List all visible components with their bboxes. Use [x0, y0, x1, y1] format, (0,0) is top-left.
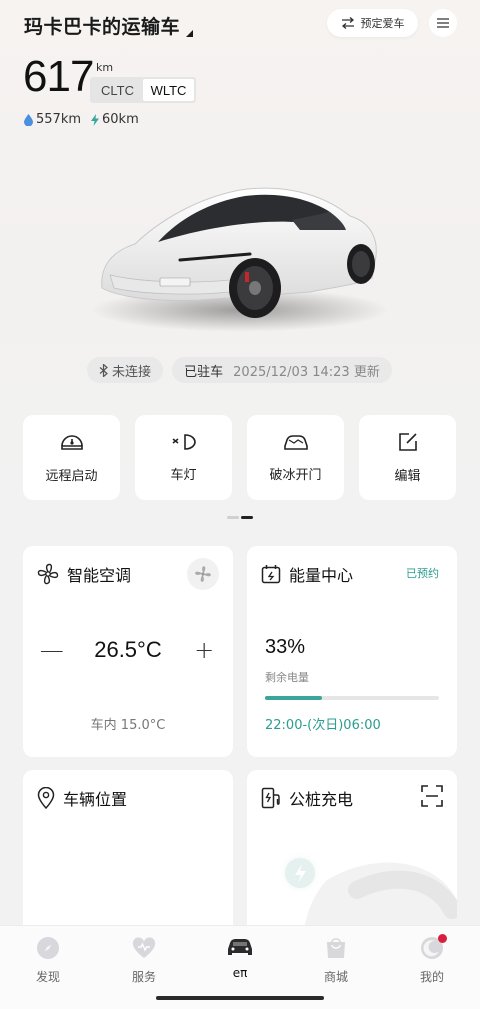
battery-label: 剩余电量 [265, 671, 309, 684]
energy-card[interactable]: 能量中心 已预约 33% 剩余电量 22:00-(次日)06:00 [247, 546, 457, 757]
electric-range-value: 60km [102, 112, 139, 127]
page-dot [227, 516, 239, 519]
menu-button[interactable] [429, 9, 457, 37]
fuel-range-value: 557km [36, 112, 82, 127]
edit-icon [398, 433, 417, 451]
bluetooth-icon [99, 363, 108, 377]
headlight-button[interactable]: 车灯 [135, 415, 232, 500]
location-pin-icon [37, 787, 55, 809]
ice-break-door-icon [283, 435, 308, 450]
reserve-car-label: 预定爱车 [360, 17, 405, 30]
battery-calendar-icon [261, 565, 281, 584]
fan-speed-icon [195, 566, 211, 582]
page-dot-active [241, 516, 253, 519]
ice-break-door-label: 破冰开门 [269, 468, 322, 483]
menu-icon [437, 18, 449, 28]
temp-increase-button[interactable]: + [189, 636, 219, 664]
ac-card-title: 智能空调 [37, 562, 131, 586]
bluetooth-status-label: 未连接 [111, 364, 151, 380]
location-card-title: 车辆位置 [37, 786, 127, 810]
location-title-label: 车辆位置 [63, 790, 128, 809]
sub-range: 557km 60km [24, 112, 139, 127]
edit-label: 编辑 [394, 469, 421, 484]
home-indicator[interactable] [156, 996, 324, 1000]
nav-service-label: 服务 [131, 970, 156, 984]
battery-level-fill [265, 696, 323, 700]
bluetooth-status[interactable]: 未连接 [87, 357, 163, 383]
scan-icon[interactable] [421, 785, 443, 807]
range-unit: km [96, 61, 114, 74]
range-value: 617 [23, 52, 94, 101]
vehicle-name[interactable]: 玛卡巴卡的运输车 [24, 12, 194, 39]
charger-card-title: 公桩充电 [261, 786, 353, 810]
car-illustration [90, 187, 390, 332]
ac-fan-button[interactable] [187, 558, 219, 590]
nav-discover[interactable]: 发现 [0, 926, 96, 1009]
car-icon [228, 939, 252, 955]
battery-percent: 33% [265, 636, 306, 658]
headlight-label: 车灯 [170, 468, 197, 483]
inside-temperature: 车内 15.0°C [90, 718, 166, 733]
energy-card-title: 能量中心 [261, 562, 353, 586]
dropdown-icon [186, 30, 194, 37]
vehicle-status: 已驻车 2025/12/03 14:23 更新 [172, 357, 392, 383]
reserve-car-button[interactable]: 预定爱车 [327, 9, 418, 37]
ac-card[interactable]: 智能空调 — 26.5°C + 车内 15.0°C [23, 546, 233, 757]
notification-dot [438, 934, 447, 943]
range-standard-toggle[interactable]: CLTC WLTC [90, 77, 196, 103]
charger-title-label: 公桩充电 [289, 790, 354, 809]
ac-temperature-control: — 26.5°C + [23, 636, 233, 664]
fan-icon [37, 563, 59, 585]
nav-profile-label: 我的 [419, 970, 444, 984]
remote-start-button[interactable]: 远程启动 [23, 415, 120, 500]
nav-shop-label: 商城 [323, 970, 348, 984]
edit-button[interactable]: 编辑 [359, 415, 456, 500]
standard-cltc[interactable]: CLTC [92, 79, 143, 101]
vehicle-name-label: 玛卡巴卡的运输车 [24, 16, 181, 38]
electric-range: 60km [91, 112, 139, 127]
headlight-icon [172, 434, 196, 450]
lightning-icon [91, 113, 100, 126]
status-time: 2025/12/03 14:23 [233, 364, 350, 380]
remote-start-label: 远程启动 [45, 469, 98, 484]
discover-icon [37, 937, 59, 959]
nav-car-label: eπ [232, 966, 248, 980]
fuel-drop-icon [24, 113, 33, 126]
nav-profile[interactable]: 我的 [384, 926, 480, 1009]
battery-level-bar [265, 696, 439, 700]
scheduled-badge: 已预约 [406, 567, 439, 580]
car-image[interactable] [80, 160, 410, 340]
shop-icon [327, 938, 345, 958]
standard-wltc[interactable]: WLTC [143, 79, 194, 101]
charging-pile-icon [261, 787, 280, 809]
ice-break-door-button[interactable]: 破冰开门 [247, 415, 344, 500]
ac-temperature: 26.5°C [94, 637, 162, 662]
service-icon [132, 937, 156, 958]
charge-schedule: 22:00-(次日)06:00 [265, 718, 381, 733]
status-timestamp: 2025/12/03 14:23 更新 [233, 361, 380, 380]
temp-decrease-button[interactable]: — [37, 636, 67, 664]
ac-title-label: 智能空调 [67, 566, 132, 585]
energy-title-label: 能量中心 [289, 566, 354, 585]
page-indicator [227, 516, 253, 519]
fuel-range: 557km [24, 112, 81, 127]
parked-status: 已驻车 [184, 364, 224, 380]
swap-icon [341, 17, 354, 29]
nav-discover-label: 发现 [35, 970, 60, 984]
remote-start-icon [60, 435, 83, 450]
status-updated: 更新 [353, 364, 380, 380]
